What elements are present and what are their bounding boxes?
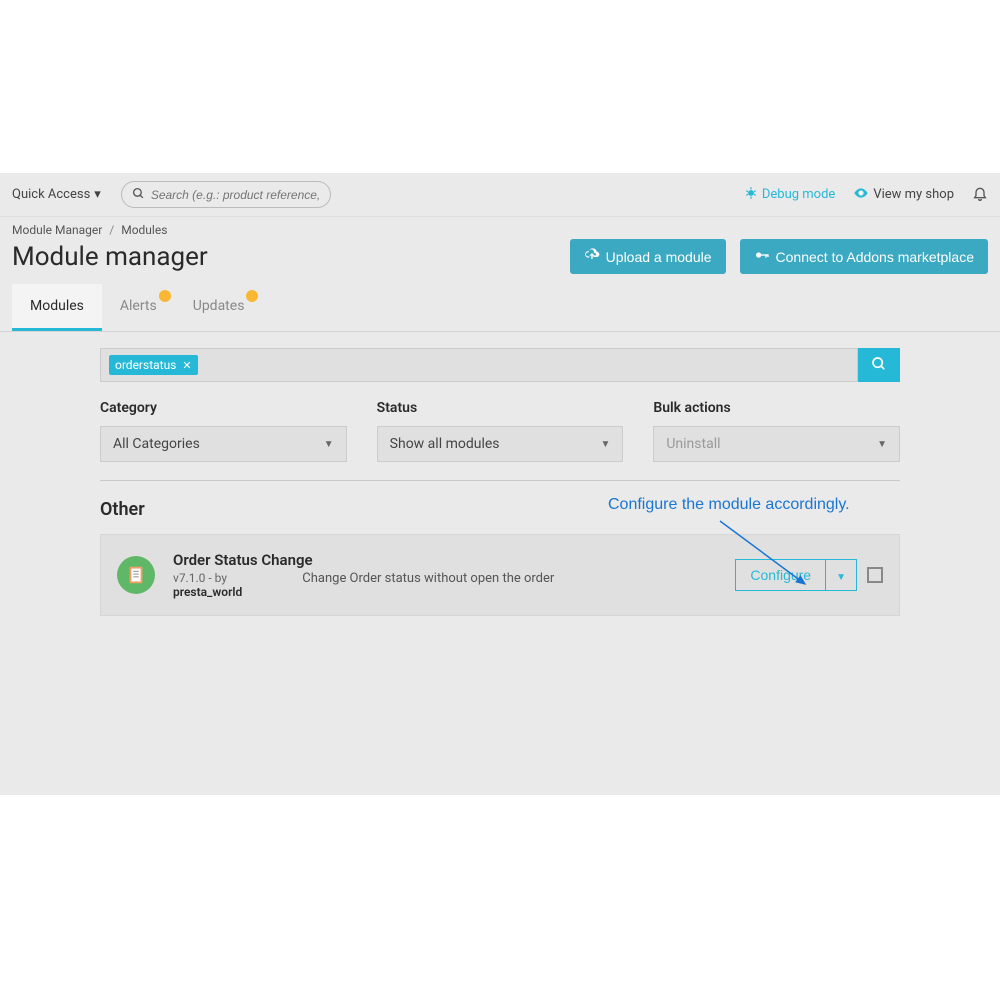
- status-value: Show all modules: [390, 436, 500, 452]
- tab-modules-label: Modules: [30, 298, 84, 314]
- status-select[interactable]: Show all modules ▼: [377, 426, 624, 462]
- search-button[interactable]: [858, 348, 900, 382]
- divider: [100, 480, 900, 481]
- category-label: Category: [100, 400, 347, 416]
- bulk-label: Bulk actions: [653, 400, 900, 416]
- breadcrumb-parent[interactable]: Module Manager: [12, 223, 102, 237]
- chevron-down-icon: ▼: [324, 439, 334, 450]
- module-meta: v7.1.0 - by presta_world: [173, 571, 242, 599]
- connect-addons-button[interactable]: Connect to Addons marketplace: [740, 239, 988, 274]
- key-icon: [754, 247, 770, 266]
- search-tag-text: orderstatus: [115, 358, 176, 372]
- annotation-text: Configure the module accordingly.: [608, 496, 850, 514]
- chevron-down-icon: ▼: [877, 439, 887, 450]
- tab-updates-label: Updates: [193, 298, 245, 314]
- tab-updates[interactable]: Updates: [175, 284, 263, 331]
- chevron-down-icon: ▼: [600, 439, 610, 450]
- upload-module-button[interactable]: Upload a module: [570, 239, 726, 274]
- notifications-icon[interactable]: [972, 185, 988, 205]
- breadcrumb: Module Manager / Modules: [0, 217, 1000, 237]
- search-icon: [132, 185, 145, 204]
- configure-dropdown-button[interactable]: ▼: [826, 559, 857, 591]
- breadcrumb-separator: /: [109, 223, 114, 237]
- debug-mode-link[interactable]: Debug mode: [744, 186, 835, 204]
- module-description: Change Order status without open the ord…: [302, 571, 554, 599]
- connect-addons-label: Connect to Addons marketplace: [776, 249, 974, 265]
- view-shop-link[interactable]: View my shop: [853, 185, 954, 205]
- bulk-select[interactable]: Uninstall ▼: [653, 426, 900, 462]
- chevron-down-icon: ▼: [836, 572, 846, 583]
- breadcrumb-current: Modules: [121, 223, 167, 237]
- module-version: v7.1.0: [173, 571, 205, 585]
- bug-icon: [744, 186, 758, 204]
- tab-alerts-label: Alerts: [120, 298, 157, 314]
- search-icon: [871, 356, 887, 375]
- module-name: Order Status Change: [173, 551, 717, 569]
- alerts-badge-icon: [159, 290, 171, 302]
- remove-tag-icon[interactable]: ✕: [182, 359, 191, 372]
- upload-module-label: Upload a module: [606, 249, 712, 265]
- updates-badge-icon: [246, 290, 258, 302]
- view-shop-label: View my shop: [873, 187, 954, 202]
- module-by-label: - by: [205, 571, 227, 585]
- bulk-value: Uninstall: [666, 436, 720, 452]
- global-search-input[interactable]: [151, 188, 320, 202]
- debug-mode-label: Debug mode: [762, 187, 835, 202]
- module-icon: [117, 556, 155, 594]
- category-select[interactable]: All Categories ▼: [100, 426, 347, 462]
- category-value: All Categories: [113, 436, 200, 452]
- tab-modules[interactable]: Modules: [12, 284, 102, 331]
- quick-access-label: Quick Access: [12, 187, 90, 202]
- quick-access-menu[interactable]: Quick Access ▾: [12, 187, 101, 202]
- module-card: Order Status Change v7.1.0 - by presta_w…: [100, 534, 900, 616]
- caret-down-icon: ▾: [94, 187, 101, 202]
- module-author: presta_world: [173, 585, 242, 599]
- search-tag: orderstatus ✕: [109, 355, 198, 375]
- global-search[interactable]: [121, 181, 331, 208]
- cloud-upload-icon: [584, 247, 600, 266]
- page-title: Module manager: [12, 242, 208, 272]
- tab-alerts[interactable]: Alerts: [102, 284, 175, 331]
- configure-button[interactable]: Configure: [735, 559, 826, 591]
- eye-icon: [853, 185, 869, 205]
- status-label: Status: [377, 400, 624, 416]
- module-checkbox[interactable]: [867, 567, 883, 583]
- module-search-box[interactable]: orderstatus ✕: [100, 348, 858, 382]
